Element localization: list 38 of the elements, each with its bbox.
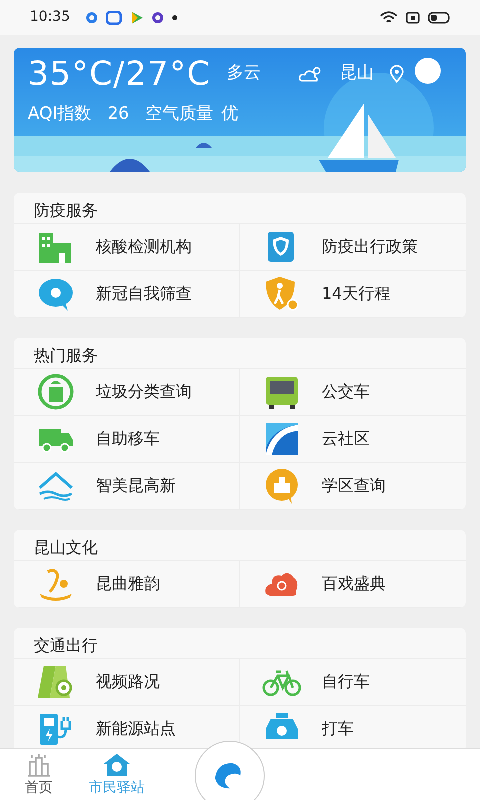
section-title: 昆山文化 [14,530,466,561]
play-icon [130,10,144,24]
dot-icon [172,14,178,20]
service-item[interactable]: 百戏盛典 [240,561,466,608]
service-item[interactable]: 昆曲雅韵 [14,561,240,608]
recycle-bin-icon [36,372,76,412]
service-item[interactable]: 视频路况 [14,659,240,706]
service-item[interactable]: 智美昆高新 [14,463,240,510]
service-item[interactable]: 云社区 [240,416,466,463]
weather-condition: 多云 [227,62,262,86]
aqi-label: AQI指数 [28,103,92,126]
temperature: 35°C/27°C [28,56,212,92]
app-icon [152,12,164,24]
battery-icon [428,12,450,24]
service-item[interactable]: 公交车 [240,369,466,416]
center-button[interactable] [195,741,265,800]
aqi-value: 26 [108,103,130,126]
app-icon [86,12,98,24]
status-time: 10:35 [30,8,70,27]
section-title: 防疫服务 [14,193,466,224]
air-quality-label: 空气质量 [145,103,214,126]
city-name: 昆山 [340,62,374,86]
service-item[interactable]: 14天行程 [240,271,466,318]
service-item[interactable]: 新冠自我筛查 [14,271,240,318]
service-item[interactable]: 核酸检测机构 [14,224,240,271]
sim-icon [406,12,420,24]
service-item[interactable]: 学区查询 [240,463,466,510]
service-item[interactable]: 垃圾分类查询 [14,369,240,416]
wifi-icon [380,10,398,24]
section-title: 热门服务 [14,338,466,369]
air-quality-value: 优 [221,103,238,126]
nav-tab[interactable]: 首页 [0,749,78,800]
location-pin-icon [390,65,404,84]
service-item[interactable]: 自行车 [240,659,466,706]
app-icon [106,10,122,24]
section-title: 交通出行 [14,628,466,659]
service-item[interactable]: 自助移车 [14,416,240,463]
service-item[interactable]: 防疫出行政策 [240,224,466,271]
